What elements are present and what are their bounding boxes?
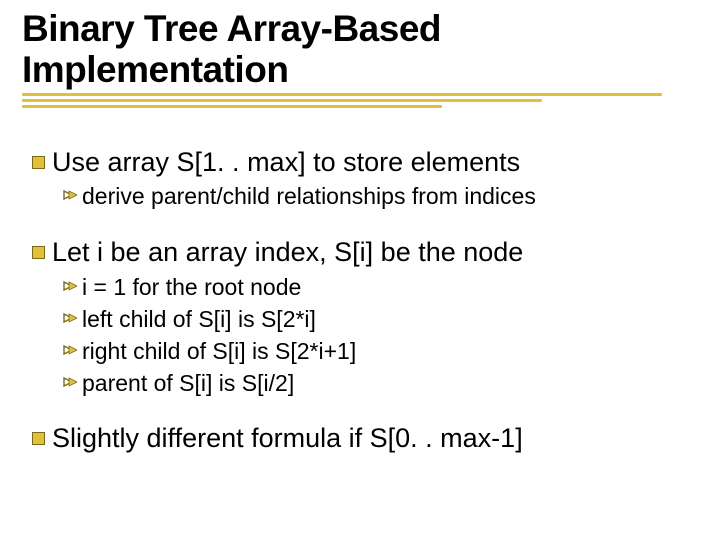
- arrow-bullet-icon: [58, 337, 82, 357]
- slide-title: Binary Tree Array-Based Implementation: [22, 8, 698, 91]
- bullet-text: Use array S[1. . max] to store elements: [52, 145, 520, 180]
- bullet-text: parent of S[i] is S[i/2]: [82, 369, 294, 399]
- square-bullet-icon: [24, 145, 52, 167]
- bullet-l1: Use array S[1. . max] to store elements: [24, 145, 698, 180]
- bullet-text: right child of S[i] is S[2*i+1]: [82, 337, 356, 367]
- bullet-text: derive parent/child relationships from i…: [82, 182, 536, 212]
- bullet-l1: Slightly different formula if S[0. . max…: [24, 421, 698, 456]
- square-bullet-icon: [24, 421, 52, 443]
- bullet-text: Let i be an array index, S[i] be the nod…: [52, 235, 523, 270]
- arrow-bullet-icon: [58, 182, 82, 202]
- bullet-text: i = 1 for the root node: [82, 273, 301, 303]
- arrow-bullet-icon: [58, 273, 82, 293]
- slide-body: Use array S[1. . max] to store elements …: [22, 145, 698, 456]
- bullet-text: left child of S[i] is S[2*i]: [82, 305, 316, 335]
- bullet-l2: parent of S[i] is S[i/2]: [58, 369, 698, 399]
- bullet-l2: derive parent/child relationships from i…: [58, 182, 698, 212]
- title-underline: [22, 93, 682, 115]
- bullet-l2: right child of S[i] is S[2*i+1]: [58, 337, 698, 367]
- square-bullet-icon: [24, 235, 52, 257]
- bullet-l2: i = 1 for the root node: [58, 273, 698, 303]
- arrow-bullet-icon: [58, 305, 82, 325]
- bullet-l1: Let i be an array index, S[i] be the nod…: [24, 235, 698, 270]
- bullet-l2: left child of S[i] is S[2*i]: [58, 305, 698, 335]
- slide: Binary Tree Array-Based Implementation U…: [0, 0, 720, 540]
- arrow-bullet-icon: [58, 369, 82, 389]
- bullet-text: Slightly different formula if S[0. . max…: [52, 421, 523, 456]
